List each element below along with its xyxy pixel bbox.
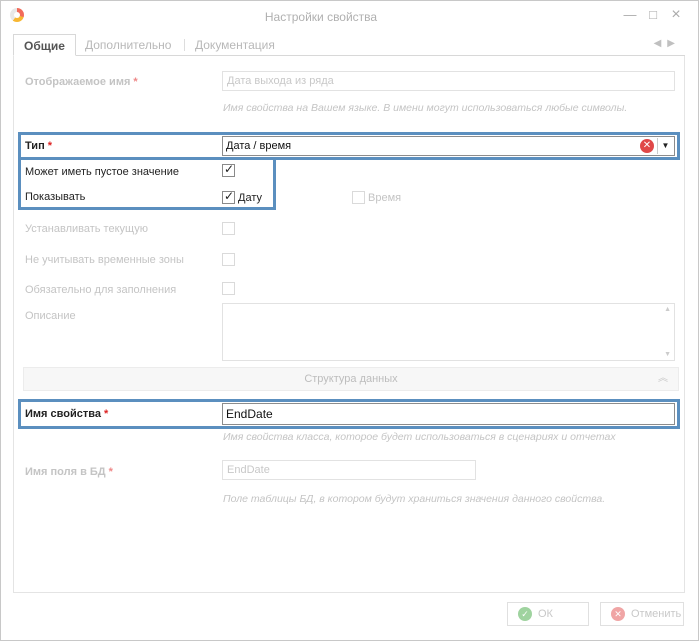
window-title: Настройки свойства [264, 10, 378, 24]
tab-general[interactable]: Общие [13, 34, 76, 56]
required-mark: * [47, 140, 52, 152]
show-date-checkbox[interactable]: ✓ [222, 189, 235, 204]
db-field-name-label: Имя поля в БД * [25, 466, 113, 478]
description-textarea[interactable]: ▲ ▼ [222, 303, 675, 361]
show-time-checkbox[interactable] [352, 191, 365, 204]
cancel-circle-icon: ✕ [611, 607, 625, 621]
checkmark-icon: ✓ [224, 162, 235, 176]
checkmark-icon: ✓ [224, 189, 235, 203]
tab-documentation[interactable]: Документация [185, 34, 285, 56]
required-mark: * [103, 408, 109, 420]
display-name-input[interactable]: Дата выхода из ряда [222, 71, 675, 91]
scroll-up-icon[interactable]: ▲ [664, 306, 671, 313]
title-bar: Настройки свойства — □ × [1, 1, 698, 31]
cancel-button[interactable]: ✕ Отменить [600, 602, 684, 626]
type-label: Тип * [25, 140, 52, 152]
db-field-name-input[interactable]: EndDate [222, 460, 476, 480]
show-date-label: Дату [238, 192, 262, 204]
can-be-empty-checkbox[interactable]: ✓ [222, 162, 235, 177]
set-current-label: Устанавливать текущую [25, 223, 148, 235]
property-name-label: Имя свойства * [25, 408, 109, 420]
display-name-hint: Имя свойства на Вашем языке. В имени мог… [223, 102, 628, 114]
ignore-timezones-checkbox[interactable] [222, 253, 235, 266]
property-name-input[interactable]: EndDate [222, 403, 675, 425]
show-time-label: Время [368, 192, 402, 204]
display-name-label: Отображаемое имя * [25, 76, 138, 88]
chevron-down-icon[interactable]: ▼ [657, 138, 673, 154]
tab-scroll-arrows[interactable]: ◀▶ [654, 38, 681, 49]
property-settings-dialog: Настройки свойства — □ × Общие Дополните… [0, 0, 699, 641]
required-label: Обязательно для заполнения [25, 284, 177, 296]
check-circle-icon: ✓ [518, 607, 532, 621]
type-select-value: Дата / время [226, 140, 292, 152]
property-name-hint: Имя свойства класса, которое будет испол… [223, 431, 616, 443]
set-current-checkbox[interactable] [222, 222, 235, 235]
required-mark: * [133, 76, 138, 88]
required-mark: * [108, 466, 113, 478]
data-structure-section-label: Структура данных [304, 373, 398, 385]
scroll-down-icon[interactable]: ▼ [664, 351, 671, 358]
tab-scroll-left-icon[interactable]: ◀ [654, 38, 668, 49]
clear-icon[interactable]: ✕ [640, 139, 654, 153]
db-field-name-hint: Поле таблицы БД, в котором будут хранить… [223, 493, 606, 505]
tab-scroll-right-icon[interactable]: ▶ [667, 38, 681, 49]
description-label: Описание [25, 310, 76, 322]
ok-button[interactable]: ✓ ОК [507, 602, 589, 626]
tab-additional[interactable]: Дополнительно [75, 34, 181, 56]
data-structure-section[interactable]: Структура данных ︽ [23, 367, 679, 391]
collapse-icon[interactable]: ︽ [658, 368, 668, 390]
minimize-icon[interactable]: — [621, 7, 639, 23]
ignore-timezones-label: Не учитывать временные зоны [25, 254, 184, 266]
tab-bar: Общие Дополнительно Документация ◀▶ [13, 34, 685, 56]
can-be-empty-label: Может иметь пустое значение [25, 166, 179, 178]
required-checkbox[interactable] [222, 282, 235, 295]
show-label: Показывать [25, 191, 86, 203]
maximize-icon[interactable]: □ [644, 7, 662, 23]
close-icon[interactable]: × [667, 7, 685, 23]
type-select[interactable]: Дата / время ✕ ▼ [222, 136, 675, 156]
